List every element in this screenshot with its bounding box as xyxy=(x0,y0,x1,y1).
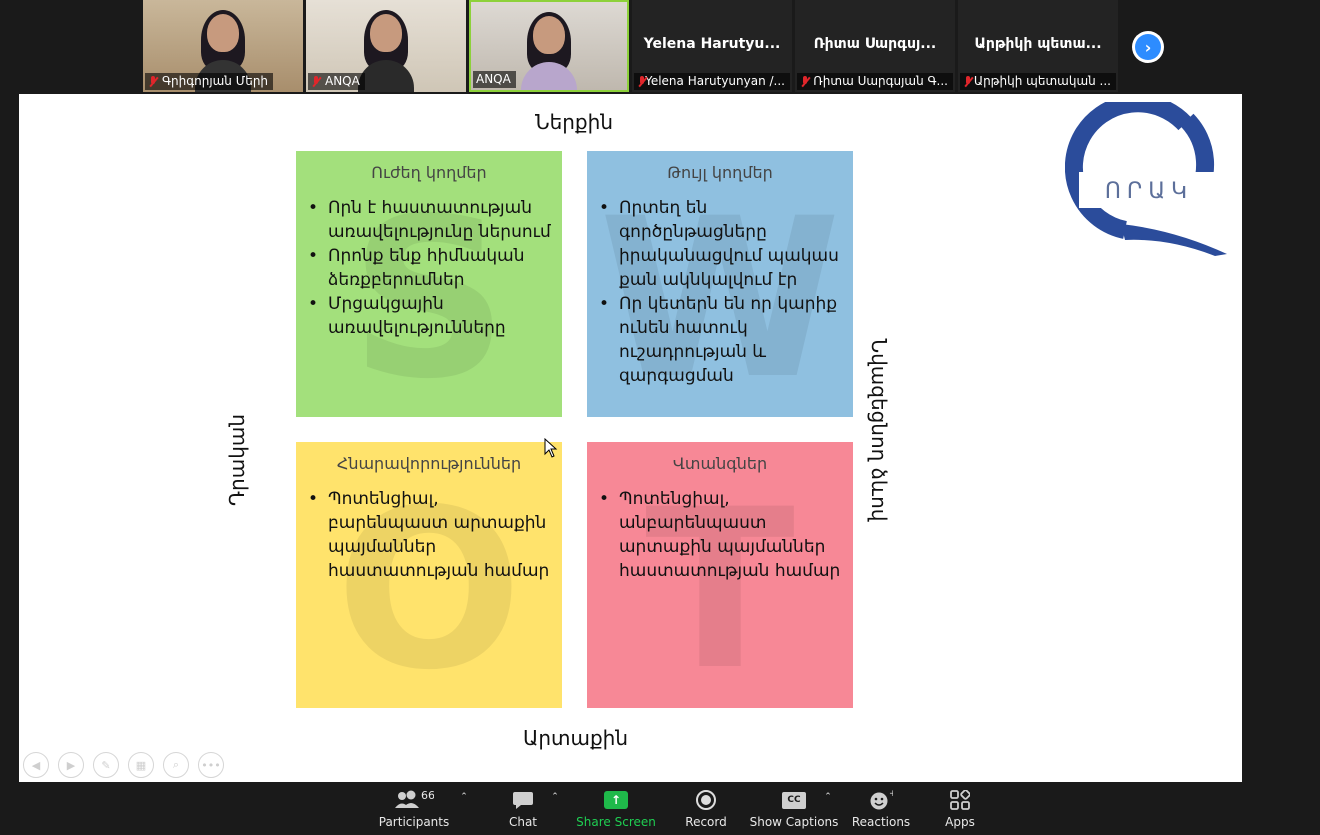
participants-label: Participants xyxy=(378,815,450,829)
pen-icon[interactable]: ✎ xyxy=(93,752,119,778)
chevron-up-icon: ⌃ xyxy=(824,792,832,802)
quadrant-opportunities: O Հնարավորություններ Պոտենցիալ, բարենպաս… xyxy=(296,442,562,708)
participant-name-label: ANQA xyxy=(473,71,516,88)
share-screen-label: Share Screen xyxy=(576,815,656,829)
quadrant-threats: T Վտանգներ Պոտենցիալ, անբարենպաստ արտաքի… xyxy=(587,442,853,708)
previous-slide-icon[interactable]: ◀ xyxy=(23,752,49,778)
participant-tile[interactable]: Արթիկի պետա... Արթիկի պետական ... xyxy=(958,0,1118,92)
participant-name-label: Ռիտա Սարգսյան Գ... xyxy=(797,73,953,90)
participant-name: ANQA xyxy=(476,72,511,86)
quadrant-weaknesses: W Թույլ կողմեր Որտեղ են գործընթացները իր… xyxy=(587,151,853,417)
anqa-logo: ՈՐԱԿ xyxy=(1065,102,1227,256)
list-item: Որոնք ենք հիմնական ձեռքբերումներ xyxy=(308,244,552,292)
quadrant-list: Որտեղ են գործընթացները իրականացվում պակա… xyxy=(599,196,843,388)
quadrant-list: Պոտենցիալ, անբարենպաստ արտաքին պայմաններ… xyxy=(599,487,843,583)
microphone-muted-icon xyxy=(637,75,645,88)
closed-captions-icon: CC xyxy=(782,791,806,809)
record-button[interactable]: Record xyxy=(683,788,729,834)
slides-grid-icon[interactable]: ▦ xyxy=(128,752,154,778)
participant-name: Գրիգորյան Մերի xyxy=(162,74,269,88)
logo-text: ՈՐԱԿ xyxy=(1105,179,1193,204)
chat-icon xyxy=(512,788,534,812)
mouse-pointer-icon xyxy=(544,438,558,458)
participant-name: ANQA xyxy=(325,74,360,88)
participant-tile[interactable]: Ռիտա Սարգսյ... Ռիտա Սարգսյան Գ... xyxy=(795,0,955,92)
zoom-icon[interactable]: ⌕ xyxy=(163,752,189,778)
quadrant-list: Որն է հաստատության առավելությունը ներսու… xyxy=(308,196,552,340)
list-item: Որն է հաստատության առավելությունը ներսու… xyxy=(308,196,552,244)
quadrant-strengths: S Ուժեղ կողմեր Որն է հաստատության առավել… xyxy=(296,151,562,417)
participant-name-label: ANQA xyxy=(308,73,365,90)
list-item: Պոտենցիալ, անբարենպաստ արտաքին պայմաններ… xyxy=(599,487,843,583)
list-item: Որտեղ են գործընթացները իրականացվում պակա… xyxy=(599,196,843,292)
participant-tile[interactable]: Yelena Harutyu... Yelena Harutyunyan /..… xyxy=(632,0,792,92)
microphone-muted-icon xyxy=(148,75,158,88)
participant-name: Yelena Harutyunyan /... xyxy=(645,74,785,88)
list-item: Պոտենցիալ, բարենպաստ արտաքին պայմաններ հ… xyxy=(308,487,552,583)
svg-text:+: + xyxy=(889,789,893,799)
apps-label: Apps xyxy=(945,815,975,829)
quadrant-title: Թույլ կողմեր xyxy=(667,163,773,182)
axis-label-internal: Ներքին xyxy=(535,110,614,134)
more-options-icon[interactable]: ••• xyxy=(198,752,224,778)
list-item: Որ կետերն են որ կարիք ունեն հատուկ ուշադ… xyxy=(599,292,843,388)
participant-strip: Գրիգորյան Մերի ANQA ANQA Yelena Harutyu.… xyxy=(0,0,1320,94)
participant-name-label: Գրիգորյան Մերի xyxy=(145,73,274,90)
participants-count: 66 xyxy=(421,789,434,802)
next-slide-icon[interactable]: ▶ xyxy=(58,752,84,778)
axis-label-negative: Նվազեցնող ձևով xyxy=(867,338,891,522)
chat-label: Chat xyxy=(508,815,538,829)
participant-name-label: Արթիկի պետական ... xyxy=(960,73,1116,90)
participant-tile[interactable]: ANQA xyxy=(306,0,466,92)
quadrant-title: Հնարավորություններ xyxy=(336,454,522,473)
participant-display-name: Yelena Harutyu... xyxy=(643,36,781,52)
reactions-button[interactable]: + Reactions xyxy=(851,788,911,834)
participant-tile[interactable]: Գրիգորյան Մերի xyxy=(143,0,303,92)
microphone-muted-icon xyxy=(963,75,970,88)
apps-button[interactable]: Apps xyxy=(940,788,980,834)
chevron-up-icon: ⌃ xyxy=(460,792,468,802)
record-icon xyxy=(696,790,716,810)
microphone-muted-icon xyxy=(800,75,809,88)
share-screen-button[interactable]: ↑ Share Screen xyxy=(576,788,656,834)
participant-display-name: Ռիտա Սարգսյ... xyxy=(813,36,937,52)
share-screen-icon: ↑ xyxy=(604,791,628,809)
list-item: Մրցակցային առավելությունները xyxy=(308,292,552,340)
participant-name: Արթիկի պետական ... xyxy=(973,74,1111,88)
shared-screen-slide: Ներքին Արտաքին Դրական Նվազեցնող ձևով S Ո… xyxy=(19,94,1242,782)
quadrant-title: Ուժեղ կողմեր xyxy=(371,163,487,182)
participants-options-caret[interactable]: ⌃ xyxy=(459,788,469,834)
participant-name-label: Yelena Harutyunyan /... xyxy=(634,73,790,90)
axis-label-positive: Դրական xyxy=(225,413,249,507)
apps-icon xyxy=(950,788,970,812)
axis-label-external: Արտաքին xyxy=(523,726,629,750)
captions-options-caret[interactable]: ⌃ xyxy=(823,788,833,834)
slide-navigation-tools: ◀ ▶ ✎ ▦ ⌕ ••• xyxy=(23,752,224,778)
participant-display-name: Արթիկի պետա... xyxy=(974,36,1102,52)
microphone-muted-icon xyxy=(311,75,321,88)
next-page-button[interactable]: › xyxy=(1132,31,1164,63)
participant-tile-active-speaker[interactable]: ANQA xyxy=(469,0,629,92)
participants-icon: 66 xyxy=(394,788,434,812)
chevron-right-icon: › xyxy=(1135,34,1161,60)
reactions-icon: + xyxy=(869,788,893,812)
participant-video xyxy=(519,12,579,90)
participant-video xyxy=(356,10,416,92)
chat-options-caret[interactable]: ⌃ xyxy=(550,788,560,834)
chevron-up-icon: ⌃ xyxy=(551,792,559,802)
meeting-controls-toolbar: 66 Participants ⌃ Chat ⌃ ↑ Share Screen … xyxy=(0,782,1320,835)
participants-button[interactable]: 66 Participants xyxy=(378,788,450,834)
quadrant-list: Պոտենցիալ, բարենպաստ արտաքին պայմաններ հ… xyxy=(308,487,552,583)
reactions-label: Reactions xyxy=(851,815,911,829)
quadrant-title: Վտանգներ xyxy=(672,454,768,473)
participant-name: Ռիտա Սարգսյան Գ... xyxy=(813,74,948,88)
chat-button[interactable]: Chat xyxy=(503,788,543,834)
record-label: Record xyxy=(685,815,727,829)
